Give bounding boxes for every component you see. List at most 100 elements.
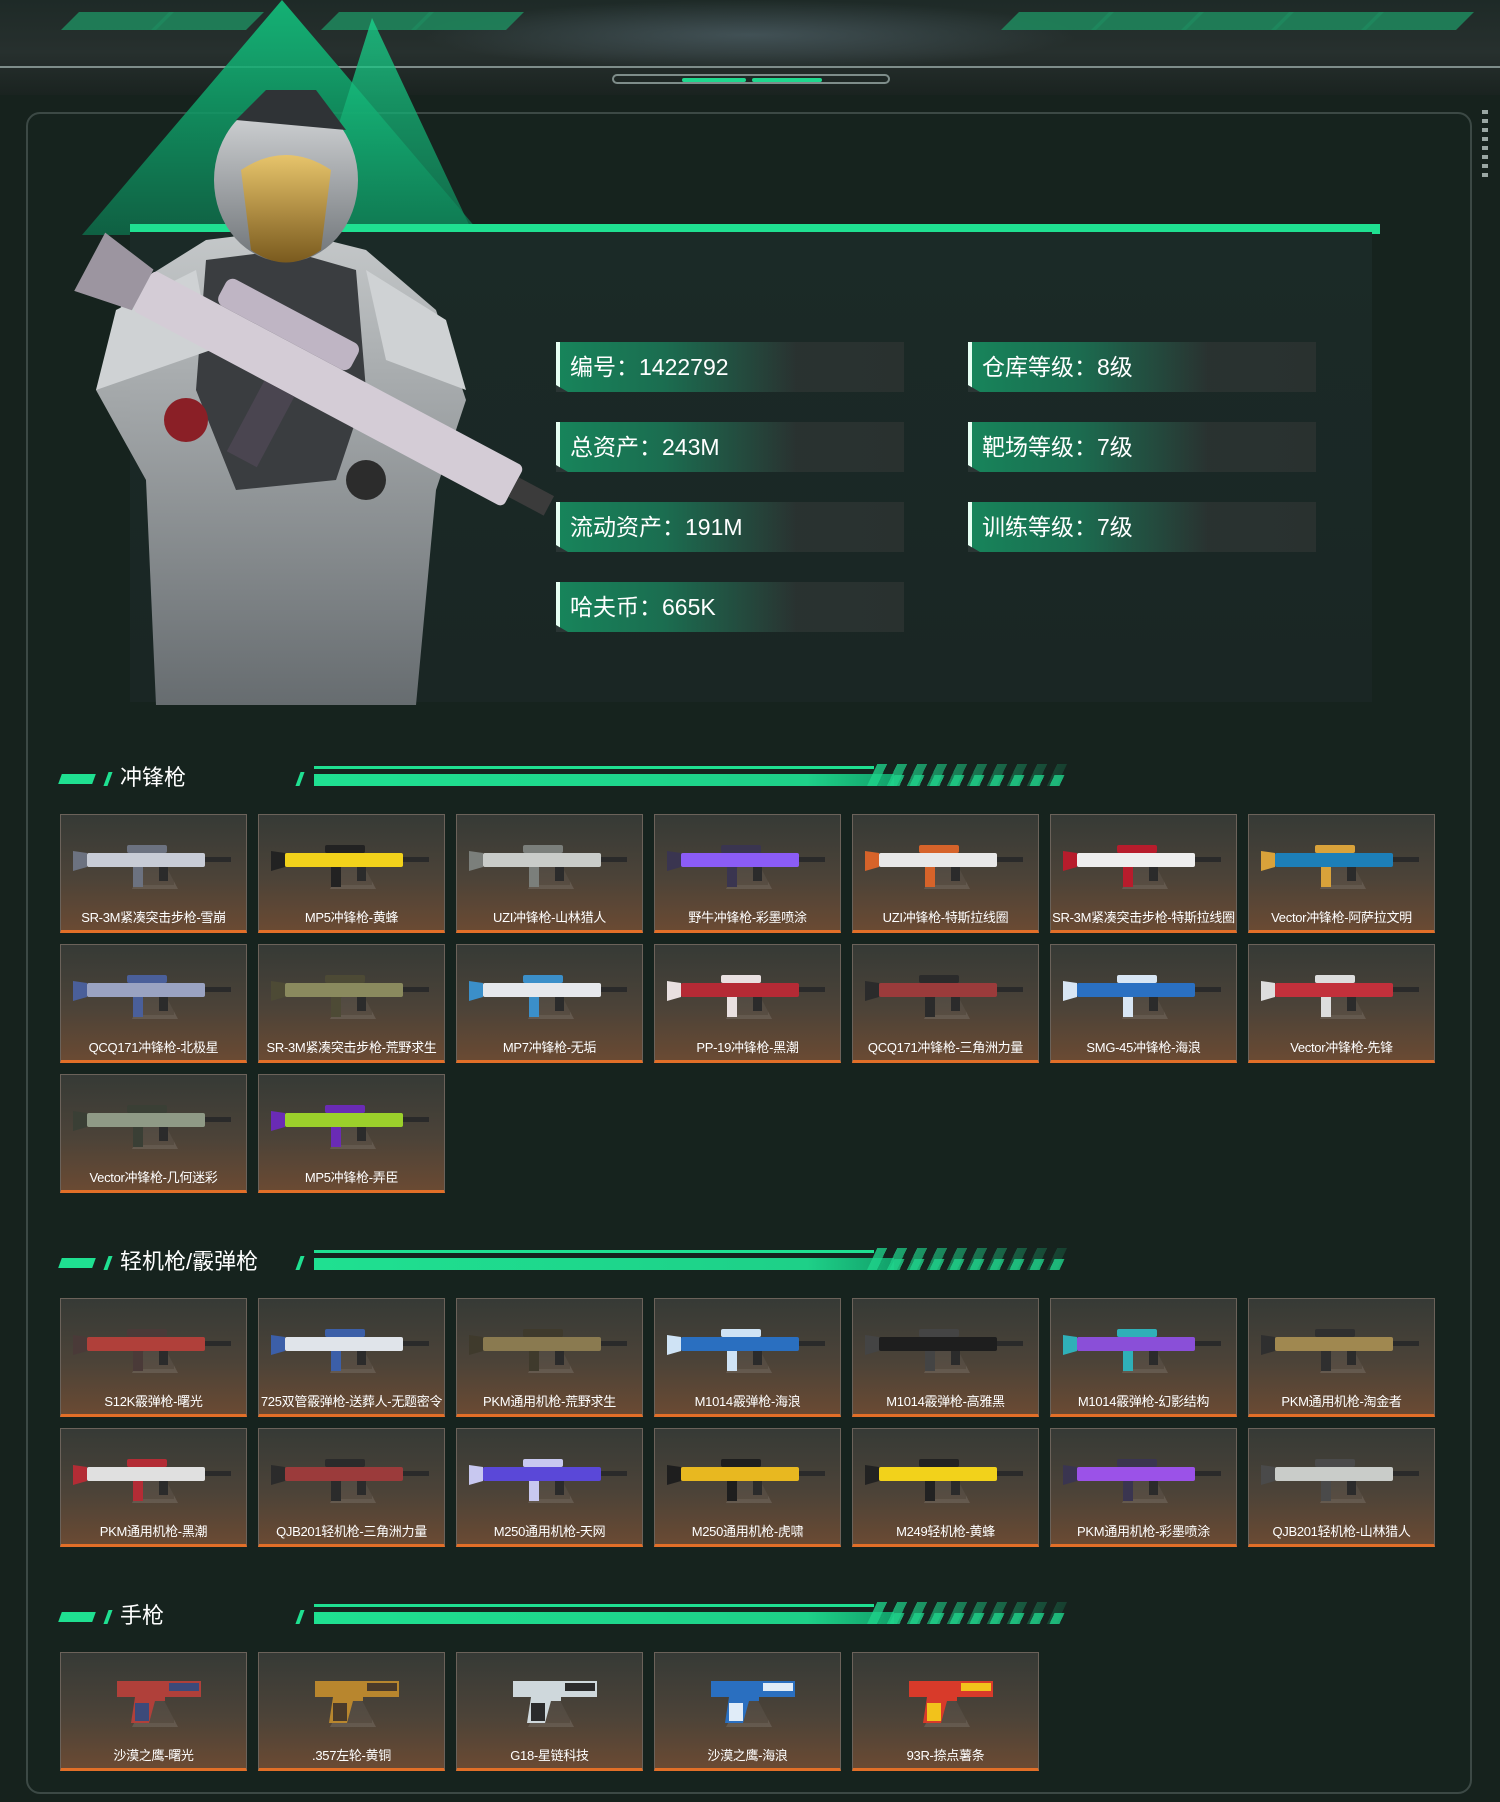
header-bar bbox=[58, 1612, 96, 1622]
gun-icon bbox=[1063, 845, 1221, 887]
item-card[interactable]: SR-3M紧凑突击步枪-雪崩 bbox=[60, 814, 247, 933]
item-name: MP5冲锋枪-黄蜂 bbox=[304, 910, 399, 925]
gun-icon bbox=[469, 1329, 627, 1371]
item-card[interactable]: QJB201轻机枪-三角洲力量 bbox=[258, 1428, 445, 1547]
item-name: PKM通用机枪-荒野求生 bbox=[483, 1394, 616, 1409]
item-card[interactable]: 93R-捺点薯条 bbox=[852, 1652, 1039, 1771]
item-name: SR-3M紧凑突击步枪-荒野求生 bbox=[266, 1040, 437, 1055]
top-capsule bbox=[612, 74, 890, 84]
gun-icon bbox=[1063, 975, 1221, 1017]
item-card[interactable]: 725双管霰弹枪-送葬人-无题密令 bbox=[258, 1298, 445, 1417]
item-card[interactable]: PKM通用机枪-黑潮 bbox=[60, 1428, 247, 1547]
item-card[interactable]: QCQ171冲锋枪-三角洲力量 bbox=[852, 944, 1039, 1063]
gun-icon bbox=[1261, 975, 1419, 1017]
item-card[interactable]: MP5冲锋枪-黄蜂 bbox=[258, 814, 445, 933]
header-checker bbox=[879, 1613, 1065, 1624]
item-card[interactable]: QCQ171冲锋枪-北极星 bbox=[60, 944, 247, 1063]
stat-total-assets: 总资产：243M bbox=[556, 422, 904, 472]
pistol-icon bbox=[711, 1681, 795, 1723]
item-card[interactable]: S12K霰弹枪-曙光 bbox=[60, 1298, 247, 1417]
section-header-pistol: 手枪 bbox=[58, 1602, 1070, 1630]
item-name: QCQ171冲锋枪-三角洲力量 bbox=[867, 1040, 1024, 1055]
gun-icon bbox=[1063, 1329, 1221, 1371]
item-card[interactable]: SR-3M紧凑突击步枪-荒野求生 bbox=[258, 944, 445, 1063]
item-card[interactable]: M1014霰弹枪-高雅黑 bbox=[852, 1298, 1039, 1417]
item-name: 野牛冲锋枪-彩墨喷涂 bbox=[688, 910, 807, 925]
item-card[interactable]: QJB201轻机枪-山林猎人 bbox=[1248, 1428, 1435, 1547]
item-name: UZI冲锋枪-特斯拉线圈 bbox=[882, 910, 1009, 925]
top-capsule-fill bbox=[752, 78, 822, 82]
header-bar bbox=[58, 1258, 96, 1268]
item-name: M1014霰弹枪-高雅黑 bbox=[886, 1394, 1005, 1409]
section-header-lmg-shotgun: 轻机枪/霰弹枪 bbox=[58, 1248, 1070, 1276]
item-name: PKM通用机枪-彩墨喷涂 bbox=[1077, 1524, 1210, 1539]
item-card[interactable]: Vector冲锋枪-先锋 bbox=[1248, 944, 1435, 1063]
header-line bbox=[314, 766, 874, 769]
gun-icon bbox=[865, 1459, 1023, 1501]
item-card[interactable]: SR-3M紧凑突击步枪-特斯拉线圈 bbox=[1050, 814, 1237, 933]
header-line bbox=[314, 1258, 894, 1270]
item-card[interactable]: .357左轮-黄铜 bbox=[258, 1652, 445, 1771]
stat-liquid-assets: 流动资产：191M bbox=[556, 502, 904, 552]
header-line bbox=[314, 1250, 874, 1253]
item-name: QJB201轻机枪-山林猎人 bbox=[1272, 1524, 1411, 1539]
gun-icon bbox=[271, 1329, 429, 1371]
item-card[interactable]: UZI冲锋枪-山林猎人 bbox=[456, 814, 643, 933]
item-name: UZI冲锋枪-山林猎人 bbox=[493, 910, 606, 925]
item-name: PKM通用机枪-淘金者 bbox=[1281, 1394, 1402, 1409]
header-bar bbox=[58, 774, 96, 784]
item-name: PKM通用机枪-黑潮 bbox=[99, 1524, 208, 1539]
item-name: QJB201轻机枪-三角洲力量 bbox=[276, 1524, 427, 1539]
item-name: SR-3M紧凑突击步枪-特斯拉线圈 bbox=[1052, 910, 1235, 925]
section-title: 轻机枪/霰弹枪 bbox=[120, 1249, 259, 1274]
item-card[interactable]: MP7冲锋枪-无垢 bbox=[456, 944, 643, 1063]
gun-icon bbox=[73, 1459, 231, 1501]
item-name: QCQ171冲锋枪-北极星 bbox=[88, 1040, 219, 1055]
item-card[interactable]: PKM通用机枪-彩墨喷涂 bbox=[1050, 1428, 1237, 1547]
item-name: S12K霰弹枪-曙光 bbox=[104, 1394, 203, 1409]
item-card[interactable]: 野牛冲锋枪-彩墨喷涂 bbox=[654, 814, 841, 933]
item-card[interactable]: SMG-45冲锋枪-海浪 bbox=[1050, 944, 1237, 1063]
item-name: G18-星链科技 bbox=[510, 1748, 589, 1763]
header-bar bbox=[295, 1256, 305, 1270]
item-name: PP-19冲锋枪-黑潮 bbox=[696, 1040, 799, 1055]
top-capsule-fill bbox=[682, 78, 746, 82]
gun-icon bbox=[865, 975, 1023, 1017]
section-header-smg: 冲锋枪 bbox=[58, 764, 1070, 792]
item-card[interactable]: UZI冲锋枪-特斯拉线圈 bbox=[852, 814, 1039, 933]
item-card[interactable]: PP-19冲锋枪-黑潮 bbox=[654, 944, 841, 1063]
item-name: 沙漠之鹰-海浪 bbox=[707, 1748, 788, 1763]
item-card[interactable]: G18-星链科技 bbox=[456, 1652, 643, 1771]
item-card[interactable]: 沙漠之鹰-海浪 bbox=[654, 1652, 841, 1771]
item-card[interactable]: M250通用机枪-天网 bbox=[456, 1428, 643, 1547]
item-card[interactable]: M1014霰弹枪-幻影结构 bbox=[1050, 1298, 1237, 1417]
item-card[interactable]: PKM通用机枪-荒野求生 bbox=[456, 1298, 643, 1417]
item-name: M250通用机枪-虎啸 bbox=[691, 1524, 804, 1539]
section-title: 冲锋枪 bbox=[120, 765, 187, 790]
header-bar bbox=[295, 1610, 305, 1624]
gun-icon bbox=[469, 1459, 627, 1501]
item-name: MP7冲锋枪-无垢 bbox=[502, 1040, 597, 1055]
item-card[interactable]: Vector冲锋枪-几何迷彩 bbox=[60, 1074, 247, 1193]
header-bar bbox=[103, 772, 113, 786]
item-name: Vector冲锋枪-几何迷彩 bbox=[89, 1170, 218, 1185]
pistol-icon bbox=[117, 1681, 201, 1723]
item-card[interactable]: M249轻机枪-黄蜂 bbox=[852, 1428, 1039, 1547]
stat-range-level: 靶场等级：7级 bbox=[968, 422, 1316, 472]
item-card[interactable]: M1014霰弹枪-海浪 bbox=[654, 1298, 841, 1417]
stat-label: 流动资产：191M bbox=[570, 514, 743, 540]
stat-label: 仓库等级：8级 bbox=[982, 354, 1133, 380]
header-bar bbox=[103, 1610, 113, 1624]
gun-icon bbox=[271, 1459, 429, 1501]
item-card[interactable]: M250通用机枪-虎啸 bbox=[654, 1428, 841, 1547]
item-card[interactable]: PKM通用机枪-淘金者 bbox=[1248, 1298, 1435, 1417]
header-bar bbox=[103, 1256, 113, 1270]
stat-label: 靶场等级：7级 bbox=[982, 434, 1133, 460]
item-card[interactable]: Vector冲锋枪-阿萨拉文明 bbox=[1248, 814, 1435, 933]
gun-icon bbox=[271, 1105, 429, 1147]
gun-icon bbox=[271, 975, 429, 1017]
stat-koen: 哈夫币：665K bbox=[556, 582, 904, 632]
item-name: 沙漠之鹰-曙光 bbox=[113, 1748, 194, 1763]
item-card[interactable]: 沙漠之鹰-曙光 bbox=[60, 1652, 247, 1771]
item-card[interactable]: MP5冲锋枪-弄臣 bbox=[258, 1074, 445, 1193]
